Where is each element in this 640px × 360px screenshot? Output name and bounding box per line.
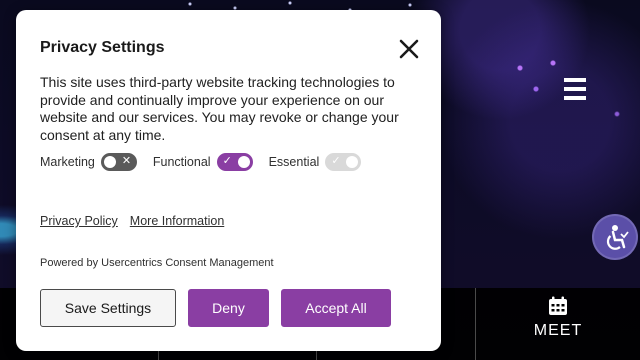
toggle-label: Functional bbox=[152, 155, 211, 169]
essential-toggle: ✓ bbox=[325, 153, 362, 171]
toggle-group-functional: Functional ✓ bbox=[153, 153, 253, 171]
dialog-buttons: Save Settings Deny Accept All bbox=[40, 289, 391, 327]
hamburger-icon[interactable] bbox=[564, 78, 586, 100]
dialog-title: Privacy Settings bbox=[40, 39, 165, 56]
toggle-group-marketing: Marketing ✕ bbox=[40, 153, 137, 171]
save-settings-button[interactable]: Save Settings bbox=[40, 289, 176, 327]
check-icon: ✓ bbox=[331, 155, 341, 167]
toggle-group-essential: Essential ✓ bbox=[269, 153, 362, 171]
powered-by-text: Powered by Usercentrics Consent Manageme… bbox=[40, 257, 274, 269]
toggle-knob bbox=[346, 156, 359, 168]
more-information-link[interactable]: More Information bbox=[130, 214, 224, 228]
dialog-description: This site uses third-party website track… bbox=[40, 74, 399, 143]
toggle-knob bbox=[103, 156, 116, 168]
dialog-links: Privacy Policy More Information bbox=[40, 214, 224, 228]
close-icon[interactable] bbox=[398, 38, 420, 60]
calendar-icon bbox=[549, 296, 567, 315]
consent-toggles: Marketing ✕ Functional ✓ Essential ✓ bbox=[40, 151, 377, 173]
accept-all-button[interactable]: Accept All bbox=[281, 289, 391, 327]
toggle-label: Essential bbox=[268, 155, 320, 169]
functional-toggle[interactable]: ✓ bbox=[216, 153, 253, 171]
nav-item-label: MEET bbox=[533, 322, 583, 339]
privacy-settings-dialog: Privacy Settings This site uses third-pa… bbox=[16, 10, 441, 351]
nav-item-meet[interactable]: MEET bbox=[476, 296, 640, 356]
deny-button[interactable]: Deny bbox=[188, 289, 269, 327]
toggle-label: Marketing bbox=[40, 155, 95, 169]
toggle-knob bbox=[237, 156, 250, 168]
check-icon: ✓ bbox=[222, 155, 232, 167]
marketing-toggle[interactable]: ✕ bbox=[100, 153, 137, 171]
cross-icon: ✕ bbox=[121, 155, 132, 167]
accessibility-icon bbox=[606, 225, 629, 250]
privacy-policy-link[interactable]: Privacy Policy bbox=[40, 214, 118, 228]
accessibility-button[interactable] bbox=[592, 214, 638, 260]
